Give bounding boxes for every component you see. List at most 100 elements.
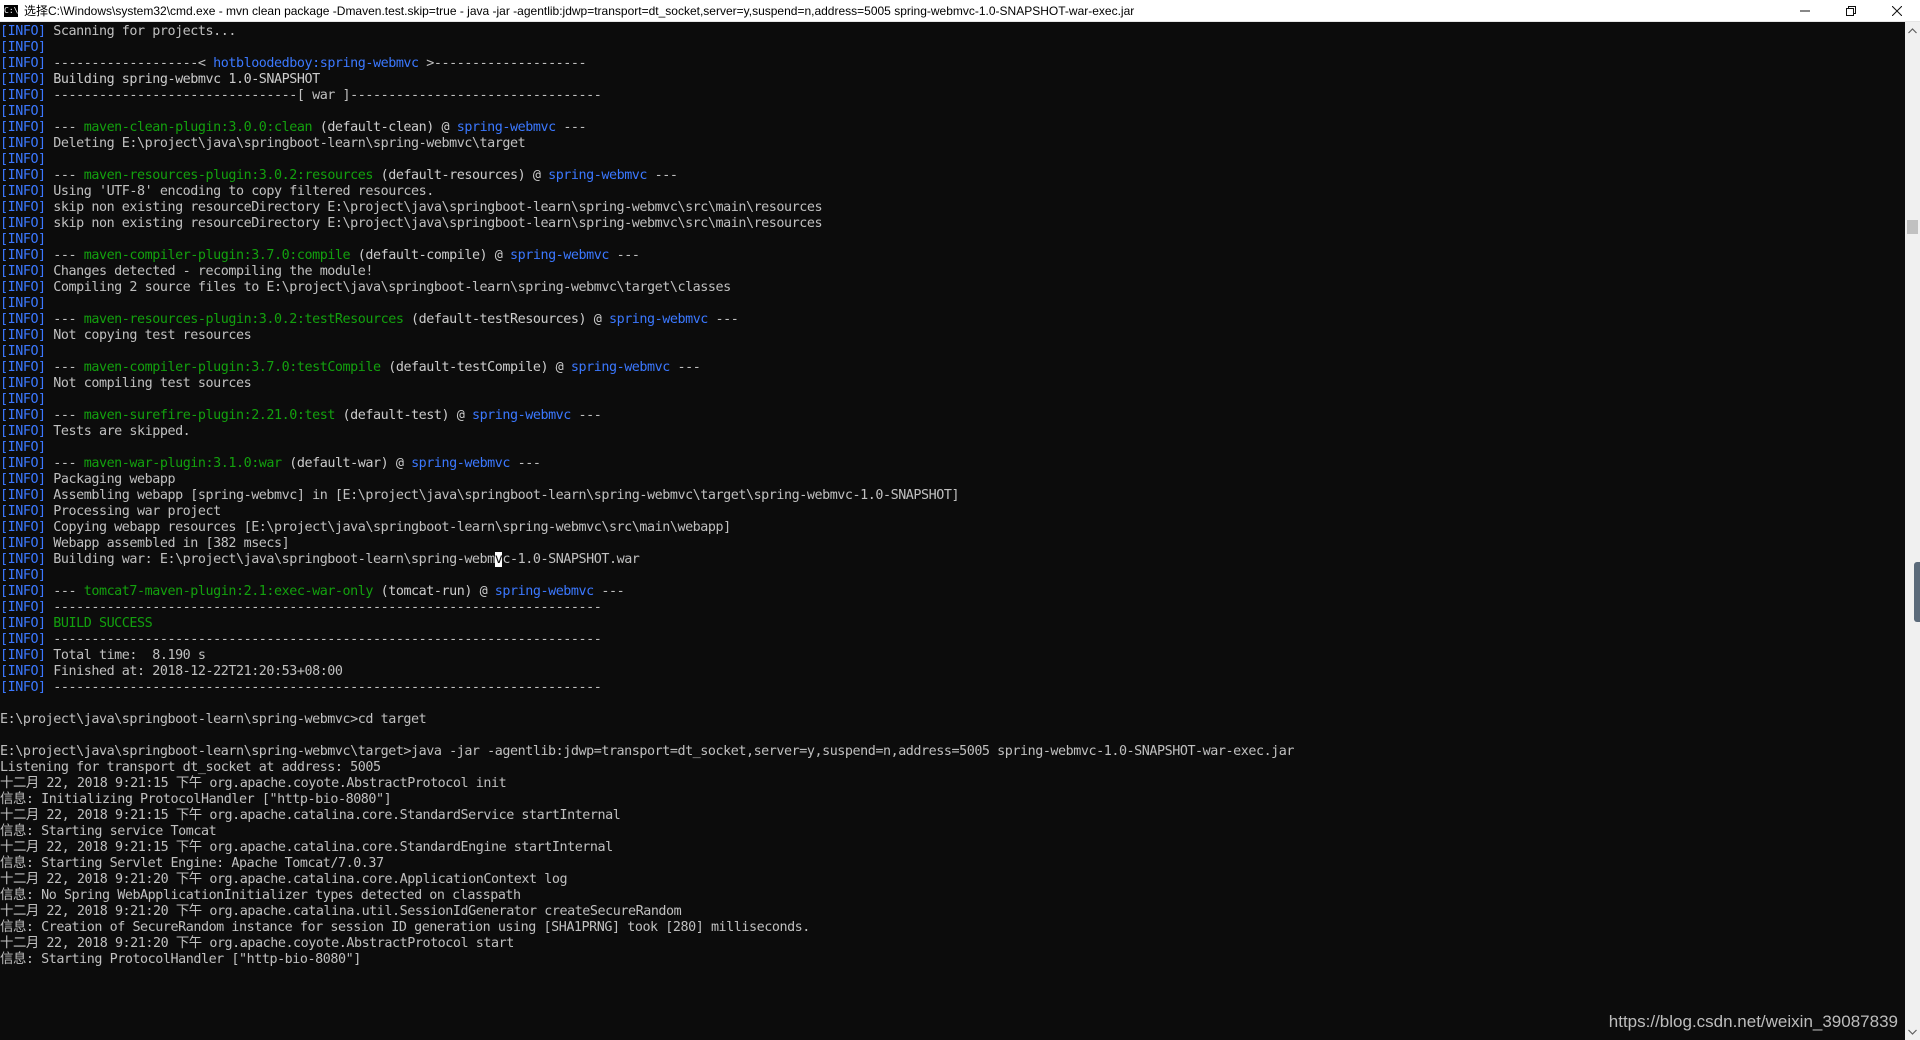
console-text: ----------------------------------------… xyxy=(45,632,602,647)
restore-icon xyxy=(1846,5,1856,16)
console-text: maven-clean-plugin:3.0.0:clean xyxy=(83,120,313,135)
log-level-tag: [INFO] xyxy=(0,200,46,215)
console-line: [INFO] Deleting E:\project\java\springbo… xyxy=(0,136,1905,152)
console-line: [INFO] Using 'UTF-8' encoding to copy fi… xyxy=(0,184,1905,200)
console-text: c-1.0-SNAPSHOT.war xyxy=(502,552,640,567)
console-line: [INFO] xyxy=(0,568,1905,584)
log-level-tag: [INFO] xyxy=(0,648,46,663)
console-text: --- xyxy=(45,312,84,327)
console-line: [INFO] Building spring-webmvc 1.0-SNAPSH… xyxy=(0,72,1905,88)
console-line: [INFO] xyxy=(0,296,1905,312)
log-level-tag: [INFO] xyxy=(0,424,46,439)
console-text: --- xyxy=(570,408,602,423)
console-line: [INFO] -------------------< hotbloodedbo… xyxy=(0,56,1905,72)
console-text: 十二月 22, 2018 9:21:20 下午 org.apache.catal… xyxy=(0,904,682,919)
console-line: 十二月 22, 2018 9:21:15 下午 org.apache.catal… xyxy=(0,808,1905,824)
log-level-tag: [INFO] xyxy=(0,680,46,695)
log-level-tag: [INFO] xyxy=(0,408,46,423)
console-text: Scanning for projects... xyxy=(45,24,236,39)
console-text: Not copying test resources xyxy=(45,328,252,343)
console-text: spring-webmvc xyxy=(608,312,708,327)
log-level-tag: [INFO] xyxy=(0,664,46,679)
log-level-tag: [INFO] xyxy=(0,488,46,503)
console-line: [INFO] --- maven-surefire-plugin:2.21.0:… xyxy=(0,408,1905,424)
console-text: maven-compiler-plugin:3.7.0:compile xyxy=(83,248,351,263)
console-line: 信息: Initializing ProtocolHandler ["http-… xyxy=(0,792,1905,808)
console-text: spring-webmvc xyxy=(456,120,556,135)
console-text: (default-resources) @ xyxy=(373,168,549,183)
log-level-tag: [INFO] xyxy=(0,344,46,359)
log-level-tag: [INFO] xyxy=(0,88,46,103)
console-output[interactable]: [INFO] Scanning for projects... [INFO] [IN… xyxy=(0,24,1905,1040)
console-text: hotbloodedboy:spring-webmvc xyxy=(213,56,419,71)
console-text: Not compiling test sources xyxy=(45,376,252,391)
console-line: [INFO] --- maven-resources-plugin:3.0.2:… xyxy=(0,312,1905,328)
console-text: Listening for transport dt_socket at add… xyxy=(0,760,381,775)
scrollbar-thumb[interactable] xyxy=(1907,220,1918,234)
log-level-tag: [INFO] xyxy=(0,264,46,279)
console-text: maven-resources-plugin:3.0.2:testResourc… xyxy=(83,312,404,327)
log-level-tag: [INFO] xyxy=(0,616,46,631)
console-line: [INFO] xyxy=(0,104,1905,120)
console-text: (default-war) @ xyxy=(281,456,412,471)
console-text: --- xyxy=(647,168,678,183)
console-line: [INFO] Packaging webapp xyxy=(0,472,1905,488)
scroll-up-arrow-icon[interactable] xyxy=(1905,22,1920,39)
console-text: 十二月 22, 2018 9:21:15 下午 org.apache.catal… xyxy=(0,840,613,855)
console-line: [INFO] Tests are skipped. xyxy=(0,424,1905,440)
console-line: 十二月 22, 2018 9:21:15 下午 org.apache.coyot… xyxy=(0,776,1905,792)
log-level-tag: [INFO] xyxy=(0,184,46,199)
log-level-tag: [INFO] xyxy=(0,504,46,519)
console-line: [INFO] xyxy=(0,440,1905,456)
console-line: [INFO] --- maven-clean-plugin:3.0.0:clea… xyxy=(0,120,1905,136)
console-line: [INFO] BUILD SUCCESS xyxy=(0,616,1905,632)
console-line: [INFO] Finished at: 2018-12-22T21:20:53+… xyxy=(0,664,1905,680)
console-text: Assembling webapp [spring-webmvc] in [E:… xyxy=(45,488,960,503)
console-text: --------------------------------[ war ]-… xyxy=(45,88,602,103)
console-line: [INFO] Not copying test resources xyxy=(0,328,1905,344)
log-level-tag: [INFO] xyxy=(0,72,46,87)
log-level-tag: [INFO] xyxy=(0,600,46,615)
log-level-tag: [INFO] xyxy=(0,280,46,295)
console-text: 信息: Starting service Tomcat xyxy=(0,824,217,839)
log-level-tag: [INFO] xyxy=(0,440,46,455)
log-level-tag: [INFO] xyxy=(0,296,46,311)
console-text: --- xyxy=(510,456,541,471)
console-line: [INFO] Not compiling test sources xyxy=(0,376,1905,392)
console-line: [INFO] --- maven-war-plugin:3.1.0:war (d… xyxy=(0,456,1905,472)
console-line: [INFO] Webapp assembled in [382 msecs] xyxy=(0,536,1905,552)
log-level-tag: [INFO] xyxy=(0,392,46,407)
console-line: [INFO] xyxy=(0,232,1905,248)
log-level-tag: [INFO] xyxy=(0,632,46,647)
close-button[interactable] xyxy=(1874,0,1920,22)
log-level-tag: [INFO] xyxy=(0,104,46,119)
scroll-down-arrow-icon[interactable] xyxy=(1905,1023,1920,1040)
console-text: (default-test) @ xyxy=(334,408,472,423)
console-line: 信息: Starting Servlet Engine: Apache Tomc… xyxy=(0,856,1905,872)
log-level-tag: [INFO] xyxy=(0,456,46,471)
console-line: [INFO] Assembling webapp [spring-webmvc]… xyxy=(0,488,1905,504)
console-text: (default-compile) @ xyxy=(350,248,511,263)
console-text: --- xyxy=(45,168,84,183)
watermark-url: https://blog.csdn.net/weixin_39087839 xyxy=(1608,1012,1898,1031)
console-line: [INFO] skip non existing resourceDirecto… xyxy=(0,216,1905,232)
console-text: 十二月 22, 2018 9:21:15 下午 org.apache.coyot… xyxy=(0,776,507,791)
window-titlebar[interactable]: C:\ 选择C:\Windows\system32\cmd.exe - mvn … xyxy=(0,0,1920,22)
console-text: >-------------------- xyxy=(418,56,587,71)
console-text: --- xyxy=(593,584,625,599)
log-level-tag: [INFO] xyxy=(0,360,46,375)
console-text: skip non existing resourceDirectory E:\p… xyxy=(45,216,823,231)
console-text: 十二月 22, 2018 9:21:15 下午 org.apache.catal… xyxy=(0,808,621,823)
restore-button[interactable] xyxy=(1828,0,1874,22)
console-line: [INFO] Building war: E:\project\java\spr… xyxy=(0,552,1905,568)
console-text: E:\project\java\springboot-learn\spring-… xyxy=(0,712,427,727)
console-text: spring-webmvc xyxy=(570,360,670,375)
minimize-button[interactable] xyxy=(1782,0,1828,22)
console-text: tomcat7-maven-plugin:2.1:exec-war-only xyxy=(83,584,374,599)
log-level-tag: [INFO] xyxy=(0,552,46,567)
vertical-scrollbar[interactable] xyxy=(1905,22,1920,1040)
console-text: Deleting E:\project\java\springboot-lear… xyxy=(45,136,526,151)
log-level-tag: [INFO] xyxy=(0,536,46,551)
console-text: spring-webmvc xyxy=(471,408,571,423)
